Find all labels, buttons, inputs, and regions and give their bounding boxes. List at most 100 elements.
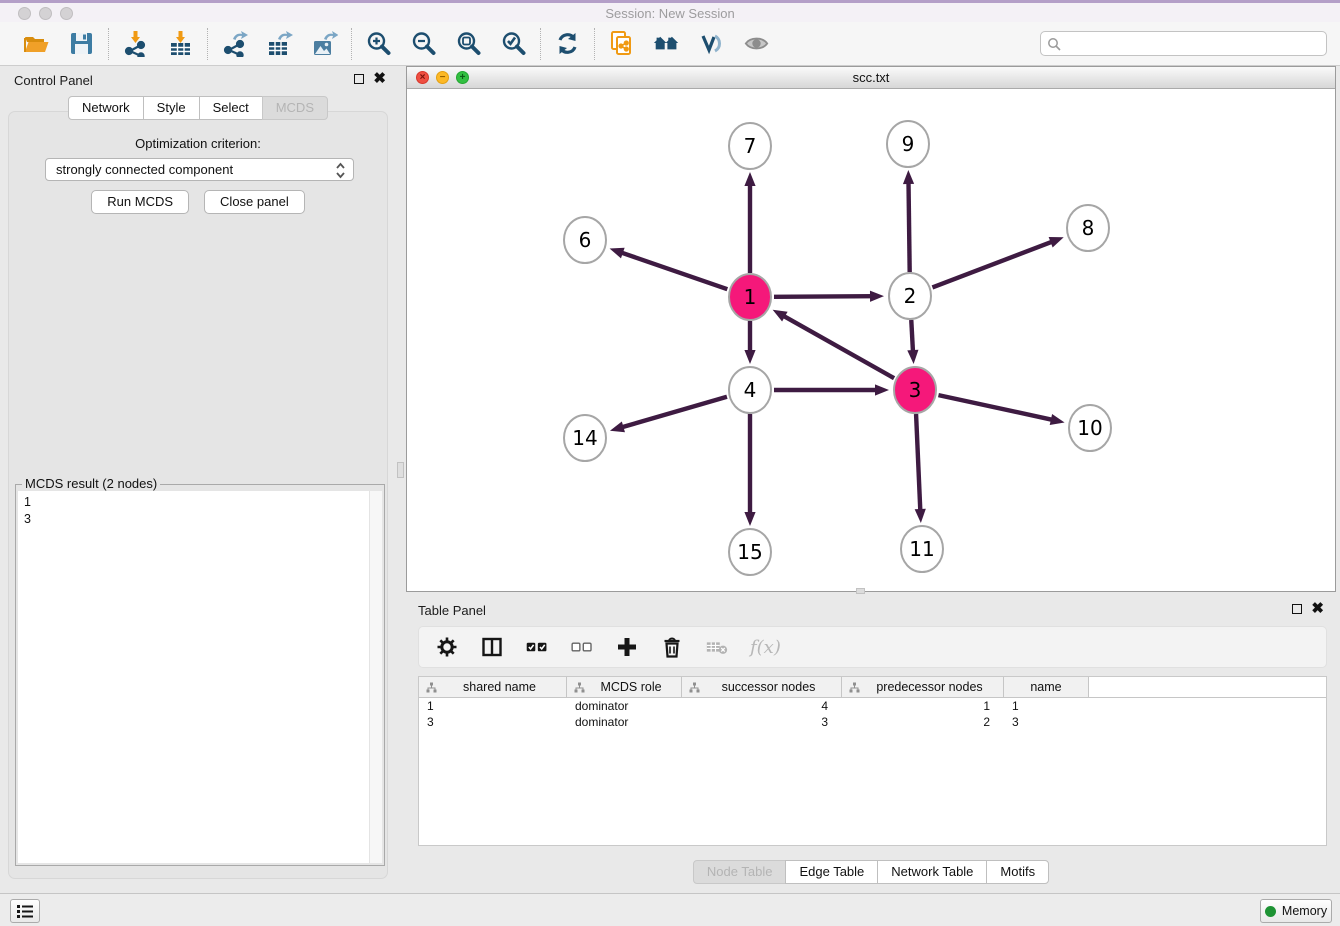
horizontal-splitter-handle[interactable] xyxy=(856,588,865,594)
float-panel-icon[interactable] xyxy=(354,74,364,84)
zoom-out-icon[interactable] xyxy=(410,30,437,57)
task-history-button[interactable] xyxy=(10,899,40,923)
column-header-label: shared name xyxy=(463,680,536,694)
close-table-panel-icon[interactable]: ✖ xyxy=(1311,603,1324,615)
column-header-label: successor nodes xyxy=(722,680,816,694)
vertical-splitter-handle[interactable] xyxy=(397,462,404,478)
select-all-icon[interactable] xyxy=(525,635,549,659)
search-icon xyxy=(1047,37,1061,51)
app-title: Session: New Session xyxy=(0,6,1340,21)
add-column-icon[interactable] xyxy=(615,635,639,659)
table-row[interactable]: 1dominator411 xyxy=(419,698,1326,714)
edge-2-8[interactable] xyxy=(932,242,1052,288)
table-toolbar: f(x) xyxy=(418,626,1327,668)
zoom-selected-icon[interactable] xyxy=(500,30,527,57)
table-cell[interactable]: 1 xyxy=(419,698,567,714)
zoom-fit-icon[interactable] xyxy=(455,30,482,57)
delete-table-icon xyxy=(705,635,729,659)
table-cell[interactable]: 1 xyxy=(842,698,1004,714)
import-network-icon[interactable] xyxy=(122,30,149,57)
tab-edge-table[interactable]: Edge Table xyxy=(785,860,878,884)
edge-3-1[interactable] xyxy=(783,316,894,379)
edge-arrowhead xyxy=(915,509,926,523)
import-table-icon[interactable] xyxy=(167,30,194,57)
refresh-layout-icon[interactable] xyxy=(554,30,581,57)
table-cell[interactable]: 3 xyxy=(682,714,842,730)
mcds-result-text: 1 3 xyxy=(18,491,382,528)
graph-node-label-4: 4 xyxy=(744,378,757,402)
table-cell[interactable]: 1 xyxy=(1004,698,1089,714)
close-panel-button[interactable]: Close panel xyxy=(204,190,305,214)
tab-mcds[interactable]: MCDS xyxy=(262,96,328,120)
search-input[interactable] xyxy=(1065,36,1320,51)
control-panel-tabs: NetworkStyleSelectMCDS xyxy=(0,96,396,120)
zoom-in-icon[interactable] xyxy=(365,30,392,57)
show-graphics-details-icon[interactable] xyxy=(743,30,770,57)
edge-arrowhead xyxy=(610,421,625,432)
save-session-icon[interactable] xyxy=(68,30,95,57)
graph-node-label-3: 3 xyxy=(909,378,922,402)
edge-2-9[interactable] xyxy=(909,182,910,272)
table-cell[interactable]: 2 xyxy=(842,714,1004,730)
export-image-icon[interactable] xyxy=(311,30,338,57)
edge-2-3[interactable] xyxy=(911,320,913,352)
edge-1-6[interactable] xyxy=(621,252,727,289)
table-row[interactable]: 3dominator323 xyxy=(419,714,1326,730)
export-network-icon[interactable] xyxy=(221,30,248,57)
mcds-panel: Optimization criterion: strongly connect… xyxy=(8,111,388,879)
edge-arrowhead xyxy=(907,350,918,364)
edge-arrowhead xyxy=(744,172,755,186)
graph-node-label-15: 15 xyxy=(737,540,762,564)
network-canvas[interactable]: 7968124314101511 xyxy=(407,89,1335,592)
home-icon[interactable] xyxy=(653,30,680,57)
tab-style[interactable]: Style xyxy=(143,96,200,120)
unselect-all-icon[interactable] xyxy=(570,635,594,659)
open-file-icon[interactable] xyxy=(23,30,50,57)
table-cell[interactable]: dominator xyxy=(567,698,682,714)
tab-network[interactable]: Network xyxy=(68,96,144,120)
memory-status-icon xyxy=(1265,906,1276,917)
column-header-name[interactable]: name xyxy=(1004,677,1089,697)
result-scrollbar[interactable] xyxy=(369,491,382,863)
table-cell[interactable]: 3 xyxy=(1004,714,1089,730)
export-table-icon[interactable] xyxy=(266,30,293,57)
table-header-row: shared name MCDS role successor nodes prede… xyxy=(419,677,1326,698)
graph-node-label-6: 6 xyxy=(579,228,592,252)
mcds-result-area[interactable]: 1 3 xyxy=(18,491,382,863)
edge-4-14[interactable] xyxy=(621,397,726,428)
edge-3-11[interactable] xyxy=(916,414,920,511)
column-icon[interactable] xyxy=(480,635,504,659)
tab-network-table[interactable]: Network Table xyxy=(877,860,987,884)
new-network-from-selection-icon[interactable] xyxy=(608,30,635,57)
gear-icon[interactable] xyxy=(435,635,459,659)
graph-node-label-2: 2 xyxy=(904,284,917,308)
network-window-titlebar[interactable]: × − + scc.txt xyxy=(407,67,1335,89)
float-table-panel-icon[interactable] xyxy=(1292,604,1302,614)
close-panel-icon[interactable]: ✖ xyxy=(373,73,386,85)
table-cell[interactable]: 3 xyxy=(419,714,567,730)
column-header-successor-nodes[interactable]: successor nodes xyxy=(682,677,842,697)
criterion-select[interactable]: strongly connected component xyxy=(45,158,354,181)
tab-select[interactable]: Select xyxy=(199,96,263,120)
select-stepper-icon xyxy=(335,162,346,182)
run-mcds-button[interactable]: Run MCDS xyxy=(91,190,189,214)
column-header-predecessor-nodes[interactable]: predecessor nodes xyxy=(842,677,1004,697)
delete-column-icon[interactable] xyxy=(660,635,684,659)
column-header-shared-name[interactable]: shared name xyxy=(419,677,567,697)
column-header-mcds-role[interactable]: MCDS role xyxy=(567,677,682,697)
table-cell[interactable]: 4 xyxy=(682,698,842,714)
edge-1-2[interactable] xyxy=(774,296,872,297)
edge-3-10[interactable] xyxy=(938,395,1052,420)
memory-button[interactable]: Memory xyxy=(1260,899,1332,923)
control-panel-title: Control Panel xyxy=(14,73,93,88)
main-toolbar xyxy=(0,22,1340,66)
graph-node-label-8: 8 xyxy=(1082,216,1095,240)
tab-node-table[interactable]: Node Table xyxy=(693,860,787,884)
search-field[interactable] xyxy=(1040,31,1327,56)
table-cell[interactable]: dominator xyxy=(567,714,682,730)
tab-motifs[interactable]: Motifs xyxy=(986,860,1049,884)
graph-node-label-14: 14 xyxy=(572,426,597,450)
edge-arrowhead xyxy=(870,291,884,302)
edge-arrowhead xyxy=(744,350,755,364)
hide-graphics-details-icon[interactable] xyxy=(698,30,725,57)
